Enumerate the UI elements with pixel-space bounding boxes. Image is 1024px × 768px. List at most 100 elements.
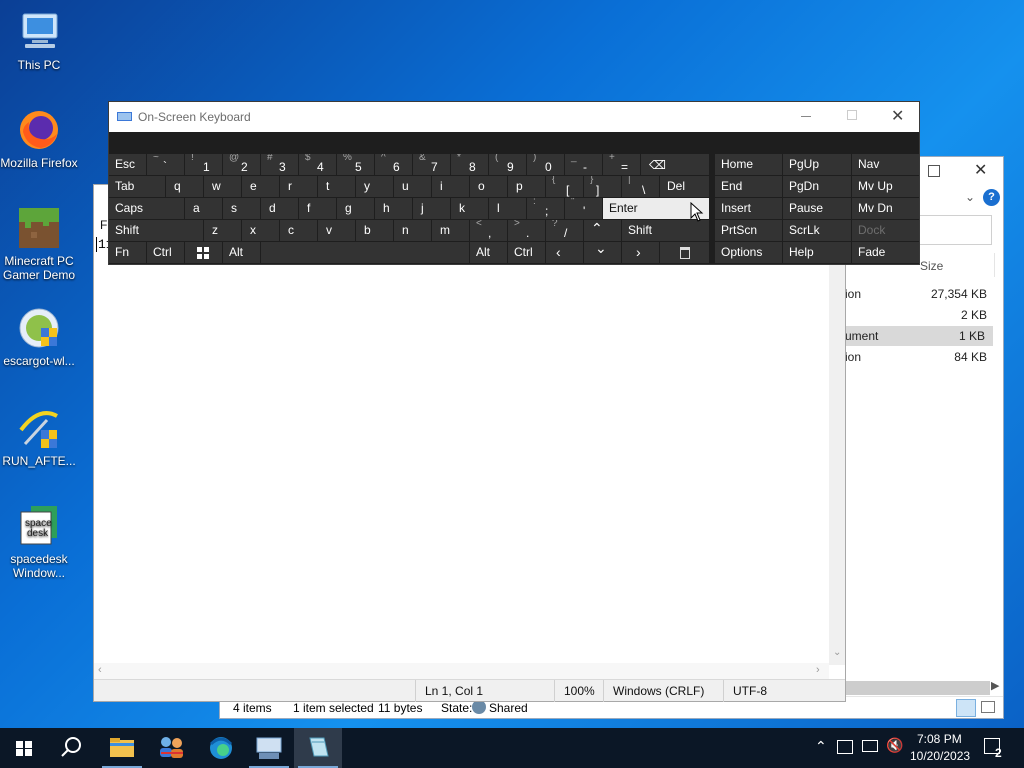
key-menu[interactable] <box>660 242 709 263</box>
key-v[interactable]: v <box>318 220 355 241</box>
key-insert[interactable]: Insert <box>715 198 782 219</box>
security-icon[interactable] <box>837 740 853 754</box>
details-view-icon[interactable] <box>956 699 976 717</box>
key-ctrl-left[interactable]: Ctrl <box>147 242 184 263</box>
key-fn[interactable]: Fn <box>109 242 146 263</box>
key-tab[interactable]: Tab <box>109 176 165 197</box>
help-icon[interactable]: ? <box>983 189 1000 206</box>
key-windows[interactable] <box>185 242 222 263</box>
key-ctrl-right[interactable]: Ctrl <box>508 242 545 263</box>
key-fade[interactable]: Fade <box>852 242 919 263</box>
key-mv-dn[interactable]: Mv Dn <box>852 198 919 219</box>
chevron-down-icon[interactable]: ⌄ <box>965 190 975 204</box>
action-center-button[interactable]: 2 <box>978 734 1018 762</box>
column-header-size[interactable]: Size <box>920 259 943 273</box>
key-options[interactable]: Options <box>715 242 782 263</box>
key-nav[interactable]: Nav <box>852 154 919 175</box>
desktop-icon-spacedesk[interactable]: space desk spacedesk Window... <box>0 504 78 580</box>
key-pause[interactable]: Pause <box>783 198 851 219</box>
key-right-arrow[interactable]: › <box>622 242 659 263</box>
key-f[interactable]: f <box>299 198 336 219</box>
key-3[interactable]: #3 <box>261 154 298 175</box>
key-scrlk[interactable]: ScrLk <box>783 220 851 241</box>
key-up-arrow[interactable]: ⌃ <box>584 220 621 241</box>
file-row[interactable]: ion 84 KB <box>845 347 995 367</box>
file-row-selected[interactable]: ument 1 KB <box>845 326 993 346</box>
key-x[interactable]: x <box>242 220 279 241</box>
clock-date[interactable]: 10/20/2023 <box>910 749 970 763</box>
close-icon[interactable]: ✕ <box>891 106 904 126</box>
key-quote[interactable]: " ' <box>565 198 602 219</box>
key-mv-up[interactable]: Mv Up <box>852 176 919 197</box>
key-caps[interactable]: Caps <box>109 198 184 219</box>
scroll-right-icon[interactable]: › <box>816 664 820 676</box>
key-1[interactable]: ! 1 <box>185 154 222 175</box>
key-period[interactable]: >. <box>508 220 545 241</box>
key-g[interactable]: g <box>337 198 374 219</box>
key-q[interactable]: q <box>166 176 203 197</box>
scroll-left-icon[interactable]: ‹ <box>98 664 102 676</box>
taskbar-file-explorer[interactable] <box>98 728 146 768</box>
key-left-bracket[interactable]: {[ <box>546 176 583 197</box>
key-0[interactable]: ) 0 <box>527 154 564 175</box>
key-p[interactable]: p <box>508 176 545 197</box>
key-alt-left[interactable]: Alt <box>223 242 260 263</box>
key-backspace[interactable]: ⌫ <box>641 154 709 175</box>
key-z[interactable]: z <box>204 220 241 241</box>
key-equals[interactable]: + = <box>603 154 640 175</box>
key-s[interactable]: s <box>223 198 260 219</box>
key-t[interactable]: t <box>318 176 355 197</box>
large-icons-view-icon[interactable] <box>981 701 995 713</box>
scroll-down-icon[interactable]: ⌄ <box>833 647 841 658</box>
key-a[interactable]: a <box>185 198 222 219</box>
key-backslash[interactable]: | \ <box>622 176 659 197</box>
key-minus[interactable]: _ - <box>565 154 602 175</box>
file-row[interactable]: 2 KB <box>845 305 995 325</box>
desktop-icon-run-after[interactable]: RUN_AFTE... <box>0 406 78 468</box>
key-k[interactable]: k <box>451 198 488 219</box>
text-editor[interactable]: 11 <box>96 237 828 667</box>
desktop-icon-firefox[interactable]: Mozilla Firefox <box>0 108 78 170</box>
key-left-arrow[interactable]: ‹ <box>546 242 583 263</box>
taskbar-keyboard-app[interactable] <box>245 728 293 768</box>
taskbar-edge[interactable] <box>197 728 245 768</box>
key-e[interactable]: e <box>242 176 279 197</box>
desktop-icon-this-pc[interactable]: This PC <box>0 10 78 72</box>
vertical-scrollbar[interactable] <box>829 265 845 665</box>
key-esc[interactable]: Esc <box>109 154 146 175</box>
key-l[interactable]: l <box>489 198 526 219</box>
maximize-icon[interactable] <box>847 110 857 120</box>
desktop-icon-minecraft[interactable]: Minecraft PC Gamer Demo <box>0 206 78 282</box>
key-4[interactable]: $4 <box>299 154 336 175</box>
on-screen-keyboard-window[interactable]: On-Screen Keyboard ✕ Esc ~ ` ! 1 @2 #3 $4 … <box>108 101 920 265</box>
key-m[interactable]: m <box>432 220 469 241</box>
maximize-icon[interactable] <box>928 165 940 177</box>
key-8[interactable]: * 8 <box>451 154 488 175</box>
taskbar-users-app[interactable] <box>148 728 196 768</box>
clock-time[interactable]: 7:08 PM <box>917 732 962 746</box>
key-5[interactable]: % 5 <box>337 154 374 175</box>
key-end[interactable]: End <box>715 176 782 197</box>
key-j[interactable]: j <box>413 198 450 219</box>
key-h[interactable]: h <box>375 198 412 219</box>
key-7[interactable]: & 7 <box>413 154 450 175</box>
key-prtscn[interactable]: PrtScn <box>715 220 782 241</box>
volume-muted-icon[interactable]: 🔇 <box>886 737 903 754</box>
key-semicolon[interactable]: :; <box>527 198 564 219</box>
key-pgdn[interactable]: PgDn <box>783 176 851 197</box>
key-d[interactable]: d <box>261 198 298 219</box>
key-pgup[interactable]: PgUp <box>783 154 851 175</box>
key-comma[interactable]: <, <box>470 220 507 241</box>
key-del[interactable]: Del <box>660 176 709 197</box>
key-2[interactable]: @2 <box>223 154 260 175</box>
key-6[interactable]: ^ 6 <box>375 154 412 175</box>
taskbar-notepad[interactable] <box>294 728 342 768</box>
key-home[interactable]: Home <box>715 154 782 175</box>
key-slash[interactable]: ? / <box>546 220 583 241</box>
key-u[interactable]: u <box>394 176 431 197</box>
key-help[interactable]: Help <box>783 242 851 263</box>
file-row[interactable]: ion 27,354 KB <box>845 284 995 304</box>
desktop-icon-escargot[interactable]: escargot-wl... <box>0 306 78 368</box>
show-hidden-icons[interactable]: ⌃ <box>815 738 827 755</box>
key-y[interactable]: y <box>356 176 393 197</box>
